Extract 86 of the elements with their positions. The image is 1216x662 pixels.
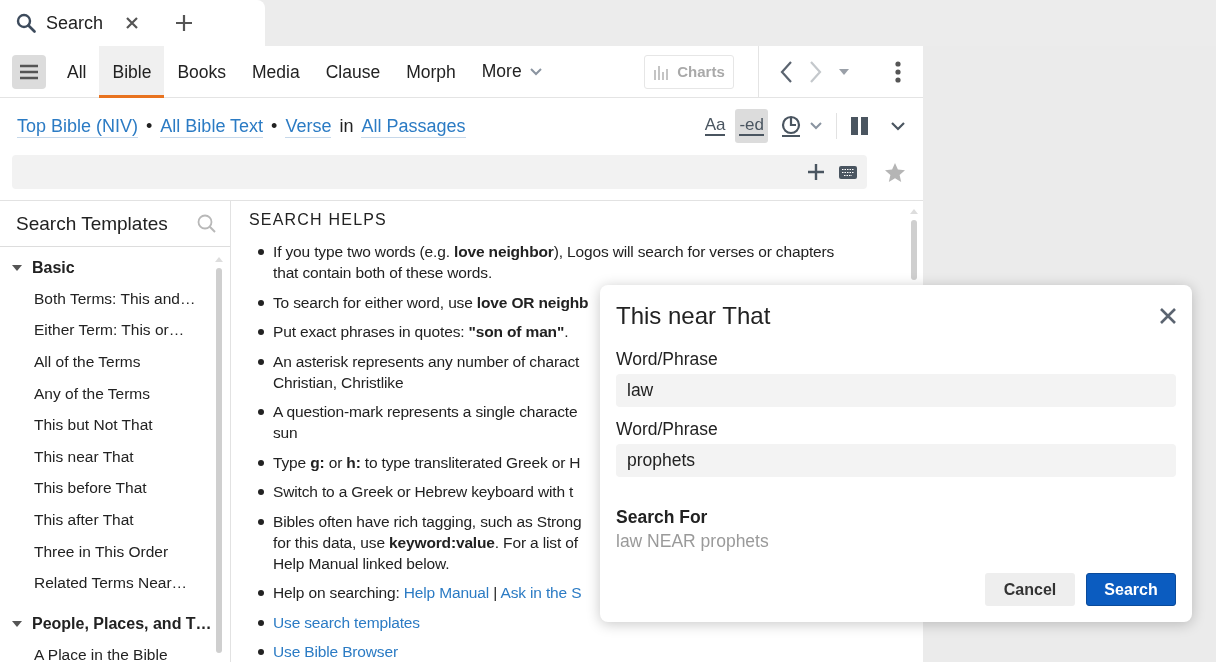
section-heading: SEARCH HELPS (249, 211, 387, 229)
scope-link[interactable]: All Bible Text (160, 114, 264, 138)
dropdown-caret-icon[interactable] (839, 68, 849, 75)
field-label: Word/Phrase (616, 418, 718, 441)
help-text: If you type two words (e.g. love neighbor), Logos will search for verses or chapters that contain both of these words. (273, 242, 835, 283)
template-item[interactable]: This after That (0, 504, 230, 536)
help-link[interactable]: Use Bible Browser (273, 641, 398, 662)
tree-group[interactable]: Basic (0, 253, 230, 283)
template-item[interactable]: Any of the Terms (0, 377, 230, 410)
bullet-icon (258, 590, 264, 596)
template-item[interactable]: All of the Terms (0, 346, 230, 378)
format-toggle[interactable]: -ed (735, 109, 768, 143)
bar-chart-icon (653, 63, 670, 80)
category-tab[interactable]: Media (239, 46, 313, 98)
bullet-icon (258, 358, 264, 365)
category-tab[interactable]: All (54, 46, 100, 98)
help-link[interactable]: Help Manual (403, 584, 490, 601)
document-tab[interactable]: Search (0, 0, 265, 46)
template-item[interactable]: Both Terms: This and… (0, 283, 230, 315)
template-item[interactable]: Three in This Order (0, 535, 230, 568)
chevron-down-icon (529, 67, 542, 76)
text-field[interactable]: law (616, 374, 1176, 407)
panel-title: Search Templates (16, 212, 169, 235)
menu-icon (19, 63, 39, 80)
keyboard-icon[interactable] (839, 165, 857, 179)
scope-text: • (146, 115, 153, 137)
field-label: Word/Phrase (616, 348, 718, 371)
columns-icon[interactable] (851, 117, 869, 135)
scope-link[interactable]: Verse (285, 114, 332, 138)
template-item[interactable]: This near That (0, 440, 230, 473)
scope-text: • (271, 115, 278, 137)
plus-icon[interactable] (807, 163, 825, 181)
more-button[interactable]: More (468, 46, 555, 97)
query-preview: law NEAR prophets (616, 530, 769, 553)
search-button[interactable]: Search (1086, 573, 1176, 606)
category-tab[interactable]: Bible (99, 46, 165, 98)
scrollbar[interactable] (216, 268, 222, 653)
field-label: Search For (616, 506, 708, 529)
template-item[interactable]: This but Not That (0, 409, 230, 441)
chevron-down-icon[interactable] (891, 121, 905, 131)
more-options-icon[interactable] (895, 60, 901, 83)
chevron-down-icon (810, 122, 822, 130)
help-link[interactable]: Ask in the S (500, 584, 582, 601)
bullet-icon (258, 459, 264, 466)
help-text: To search for either word, use love OR neighb (273, 292, 589, 313)
bullet-icon (258, 299, 264, 306)
bullet-icon (258, 249, 264, 255)
format-toggle[interactable]: Aa (700, 109, 730, 143)
bullet-icon (258, 329, 264, 335)
tree-group[interactable]: People, Places, and T… (0, 608, 230, 639)
scope-link[interactable]: Top Bible (NIV) (17, 114, 139, 138)
plus-icon[interactable] (175, 14, 193, 32)
cancel-button[interactable]: Cancel (985, 573, 1075, 606)
close-icon[interactable] (125, 16, 139, 30)
help-text: Switch to a Greek or Hebrew keyboard with t (273, 482, 574, 502)
bullet-icon (258, 489, 264, 495)
template-item[interactable]: Related Terms Near… (0, 567, 230, 599)
help-link[interactable]: Use search templates (273, 611, 420, 633)
template-item[interactable]: Either Term: This or… (0, 314, 230, 347)
template-item[interactable]: A Place in the Bible (0, 638, 230, 662)
dialog-title: This near That (616, 302, 771, 330)
scrollbar[interactable] (911, 220, 917, 280)
help-text: A question-mark represents a single characte sun (273, 402, 578, 443)
star-icon[interactable] (884, 161, 906, 183)
help-text: An asterisk represents any number of charact Christian, Christlike (273, 351, 580, 393)
bullet-icon (258, 649, 264, 655)
caret-icon[interactable] (12, 265, 22, 271)
help-text: Type g: or h: to type transliterated Greek or H (273, 452, 581, 473)
caret-icon[interactable] (12, 620, 22, 627)
text-field[interactable]: prophets (616, 444, 1176, 477)
bullet-icon (258, 409, 264, 415)
display-options-button[interactable] (780, 115, 822, 137)
menu-button[interactable] (12, 54, 46, 89)
search-icon (16, 13, 36, 33)
help-text: Bibles often have rich tagging, such as Strong for this data, use keyword:value. For a list of Help Manual linked below. (273, 511, 582, 574)
template-item[interactable]: This before That (0, 472, 230, 505)
close-icon[interactable] (1160, 308, 1176, 324)
help-text: Help on searching: Help Manual | Ask in the S (273, 583, 582, 603)
bullet-icon (258, 518, 264, 525)
bullet-icon (258, 619, 264, 626)
scope-link[interactable]: All Passages (361, 114, 466, 138)
category-tab[interactable]: Morph (393, 46, 469, 98)
scope-text: in (339, 115, 354, 137)
help-text: Put exact phrases in quotes: "son of man". (273, 322, 569, 342)
category-tab[interactable]: Books (164, 46, 239, 98)
category-tab[interactable]: Clause (312, 46, 394, 98)
